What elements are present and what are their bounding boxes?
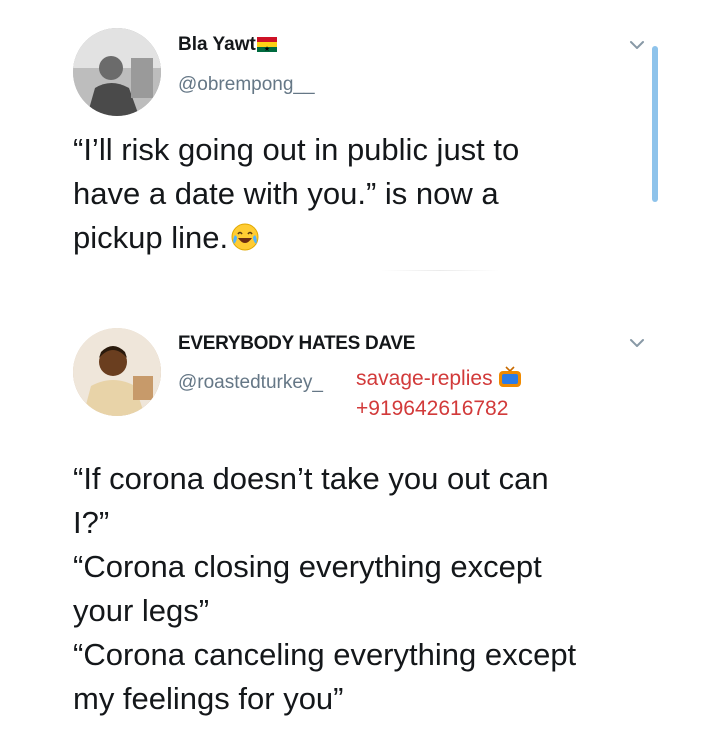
tweet-text-line: have a date with you.” is now a [73, 176, 499, 211]
tweet-card[interactable]: Bla Yawt ★ @obrempong__ “I’ll risk going … [0, 0, 714, 300]
chevron-down-icon[interactable] [628, 334, 646, 352]
tweet-text-line: “Corona closing everything except [73, 549, 542, 584]
avatar[interactable] [73, 328, 161, 416]
tweet-text-line: “Corona canceling everything except [73, 637, 577, 672]
tv-icon [497, 365, 523, 389]
watermark-phone: +919642616782 [356, 397, 509, 420]
tweet-text: “I’ll risk going out in public just to h… [73, 128, 643, 260]
author-handle[interactable]: @obrempong__ [178, 74, 315, 96]
tweet-card[interactable]: EVERYBODY HATES DAVE @roastedturkey_ sav… [0, 300, 714, 742]
author-name-text: Bla Yawt [178, 34, 256, 55]
watermark: savage-replies +919642616782 [356, 364, 523, 424]
tweet-text-line: I?” [73, 505, 110, 540]
tears-of-joy-emoji-icon [230, 222, 260, 252]
tweet-text-line: your legs” [73, 593, 210, 628]
tweet-text-line: “If corona doesn’t take you out can [73, 461, 549, 496]
author-handle[interactable]: @roastedturkey_ [178, 372, 323, 394]
author-name[interactable]: EVERYBODY HATES DAVE [178, 333, 415, 355]
tweet-text-line: my feelings for you” [73, 681, 344, 716]
watermark-label: savage-replies [356, 367, 493, 390]
tweet-text-line: “I’ll risk going out in public just to [73, 132, 520, 167]
avatar[interactable] [73, 28, 161, 116]
tweet-text-line: pickup line. [73, 220, 229, 255]
tweet-text: “If corona doesn’t take you out can I?” … [73, 457, 653, 721]
author-name[interactable]: Bla Yawt ★ [178, 34, 277, 56]
ghana-flag-icon: ★ [256, 37, 277, 52]
scrollbar[interactable] [652, 46, 658, 202]
tweet-text-line-wrap: pickup line. [73, 216, 643, 260]
watermark-line-1: savage-replies [356, 364, 523, 394]
chevron-down-icon[interactable] [628, 36, 646, 54]
divider [380, 270, 500, 271]
